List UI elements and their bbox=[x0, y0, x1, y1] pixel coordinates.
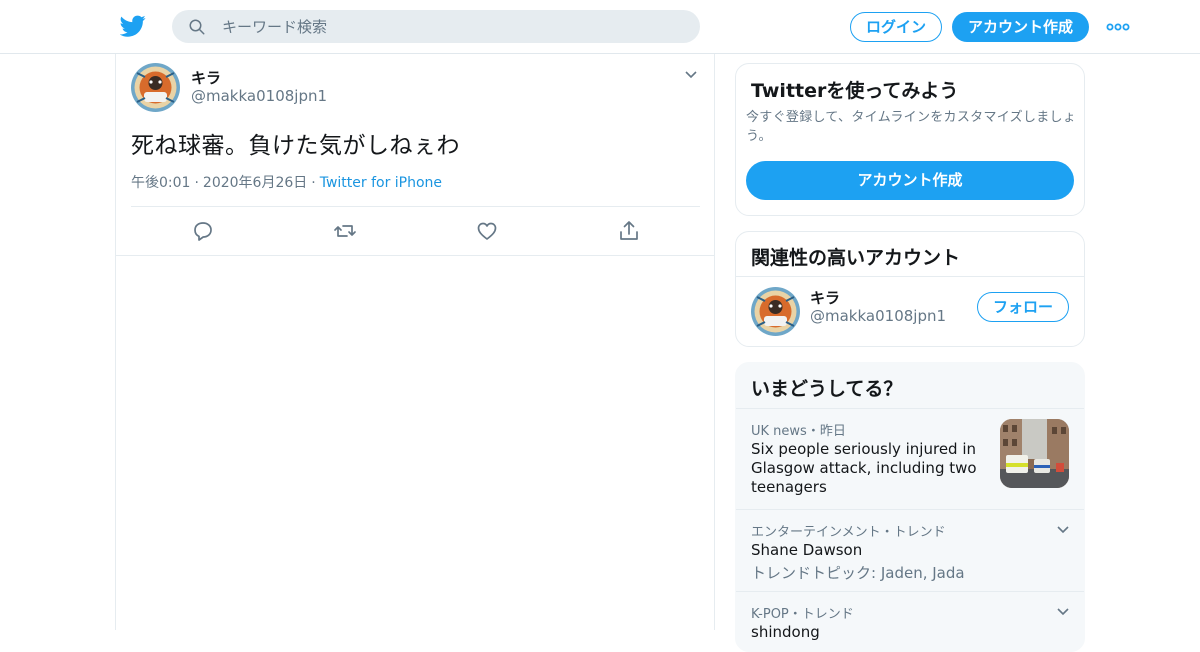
trend-meta: エンターテインメント・トレンド bbox=[751, 525, 946, 540]
tweet-date[interactable]: 2020年6月26日 bbox=[203, 175, 307, 191]
main-column: キラ @makka0108jpn1 死ね球審。負けた気がしねぇわ 午後0:01 ·… bbox=[115, 54, 715, 630]
trend-title: Shane Dawson bbox=[751, 541, 863, 559]
login-button[interactable]: ログイン bbox=[850, 12, 942, 42]
related-accounts-card: 関連性の高いアカウント キラ @makka0108jpn1 フォロー bbox=[735, 231, 1085, 347]
top-navigation-bar: ログイン アカウント作成 bbox=[0, 0, 1200, 54]
separator-dot: · bbox=[194, 175, 199, 191]
tweet-text: 死ね球審。負けた気がしねぇわ bbox=[131, 133, 460, 159]
trend-meta: UK news・昨日 bbox=[751, 424, 846, 439]
signup-button[interactable]: アカウント作成 bbox=[952, 12, 1089, 42]
signup-card-button[interactable]: アカウント作成 bbox=[746, 161, 1074, 200]
tweet-author-handle[interactable]: @makka0108jpn1 bbox=[191, 87, 327, 105]
related-account-handle[interactable]: @makka0108jpn1 bbox=[810, 307, 946, 325]
trend-title: Six people seriously injured in Glasgow … bbox=[751, 440, 977, 496]
chevron-down-icon[interactable] bbox=[684, 70, 698, 80]
tweet-metadata: 午後0:01 · 2020年6月26日 · Twitter for iPhone bbox=[131, 172, 442, 192]
more-options-icon[interactable] bbox=[1106, 18, 1130, 36]
chevron-down-icon[interactable] bbox=[1056, 525, 1070, 535]
search-box[interactable] bbox=[172, 10, 700, 43]
related-account-name[interactable]: キラ bbox=[810, 287, 840, 308]
trend-item[interactable]: UK news・昨日 Six people seriously injured … bbox=[736, 408, 1084, 509]
divider bbox=[131, 206, 700, 207]
tweet-time[interactable]: 午後0:01 bbox=[131, 175, 190, 191]
share-icon[interactable] bbox=[617, 219, 641, 243]
trend-title: shindong bbox=[751, 623, 820, 641]
tweet: キラ @makka0108jpn1 死ね球審。負けた気がしねぇわ 午後0:01 ·… bbox=[116, 54, 714, 256]
avatar[interactable] bbox=[131, 63, 180, 112]
retweet-icon[interactable] bbox=[333, 219, 357, 243]
trend-item[interactable]: K-POP・トレンド shindong bbox=[736, 591, 1084, 651]
avatar[interactable] bbox=[751, 287, 800, 336]
related-accounts-title: 関連性の高いアカウント bbox=[751, 247, 961, 269]
reply-icon[interactable] bbox=[191, 219, 215, 243]
divider bbox=[736, 276, 1084, 277]
trend-item[interactable]: エンターテインメント・トレンド Shane Dawson トレンドトピック: J… bbox=[736, 509, 1084, 591]
twitter-logo-icon[interactable] bbox=[120, 13, 146, 39]
search-icon bbox=[189, 19, 205, 35]
signup-card-description: 今すぐ登録して、タイムラインをカスタマイズしましょう。 bbox=[746, 110, 1077, 144]
signup-card: Twitterを使ってみよう 今すぐ登録して、タイムラインをカスタマイズしましょ… bbox=[735, 63, 1085, 216]
trends-title: いまどうしてる？ bbox=[751, 378, 903, 400]
signup-card-title: Twitterを使ってみよう bbox=[751, 80, 959, 102]
trend-thumbnail-image bbox=[1000, 419, 1069, 488]
separator-dot: · bbox=[311, 175, 316, 191]
search-input[interactable] bbox=[222, 10, 682, 43]
like-icon[interactable] bbox=[475, 219, 499, 243]
trends-card: いまどうしてる？ UK news・昨日 Six people seriously… bbox=[735, 362, 1085, 652]
trend-meta: K-POP・トレンド bbox=[751, 607, 854, 622]
tweet-source-link[interactable]: Twitter for iPhone bbox=[320, 175, 442, 191]
tweet-author-name[interactable]: キラ bbox=[191, 67, 221, 88]
chevron-down-icon[interactable] bbox=[1056, 607, 1070, 617]
follow-button[interactable]: フォロー bbox=[977, 292, 1069, 322]
trend-subtitle: トレンドトピック: Jaden, Jada bbox=[751, 564, 965, 582]
